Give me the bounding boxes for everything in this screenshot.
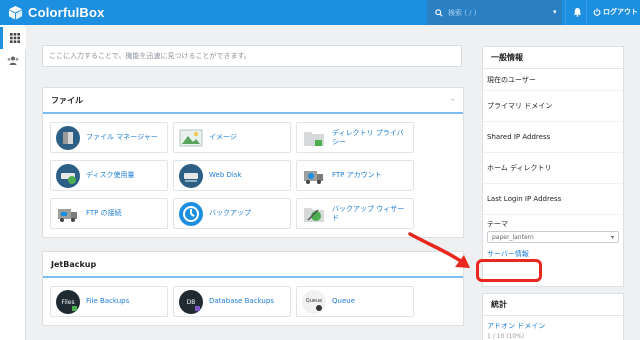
server-info-link[interactable]: サーバー情報 [487,249,619,259]
theme-label: テーマ [487,220,508,228]
logout-label: ログアウト [603,8,638,16]
tile-ftp-connections[interactable]: FTP の接続 [50,198,168,229]
tile-images[interactable]: イメージ [173,122,291,153]
directory-privacy-icon [304,131,324,146]
general-info-title: 一般情報 [483,47,623,69]
logout-button[interactable]: ログアウト [593,7,638,17]
file-backups-icon: Files [56,289,80,314]
stats-addon-domains[interactable]: アドオン ドメイン [483,316,623,331]
files-panel-title: ファイル [51,95,83,105]
tile-file-manager[interactable]: ファイル マネージャー [50,122,168,153]
jetbackup-panel-header[interactable]: JetBackup [43,252,463,278]
theme-select-value: paper_lantern [492,233,534,241]
info-row-last-login-ip: Last Login IP Address [483,184,623,215]
user-menu-caret-icon[interactable]: ▾ [553,8,557,16]
general-info-panel: 一般情報 現在のユーザー プライマリ ドメイン Shared IP Addres… [482,46,624,287]
users-icon [7,56,19,65]
tile-label: Database Backups [209,297,274,305]
disk-usage-icon [56,163,80,188]
annotation-highlight-box [476,259,542,282]
jetbackup-panel-title: JetBackup [51,259,97,269]
files-grid: ファイル マネージャー イメージ ディレクトリ プライバシー ディスク使用量 W… [43,114,463,237]
stats-title: 統計 [483,294,623,316]
database-backups-icon: DB [179,289,203,314]
tile-label: File Backups [86,297,130,305]
info-row-current-user: 現在のユーザー [483,69,623,91]
file-manager-icon [56,125,80,150]
bell-icon[interactable] [573,7,582,17]
theme-select[interactable]: paper_lantern ▾ [487,231,619,243]
brand[interactable]: ColorfulBox [8,4,105,21]
jetbackup-panel: JetBackup Files File Backups DB Database… [42,251,464,326]
tile-ftp-accounts[interactable]: FTP アカウント [296,160,414,191]
backup-icon [179,201,203,226]
feature-search-input[interactable]: ここに入力することで、機能を迅速に見つけることができます。 [42,45,462,67]
rail-item-users[interactable] [0,49,26,71]
power-icon [593,8,601,16]
collapse-icon[interactable]: – [451,95,456,105]
left-rail [0,25,26,340]
tile-label: FTP アカウント [332,171,382,179]
feature-search-placeholder: ここに入力することで、機能を迅速に見つけることができます。 [49,52,251,60]
tile-backup[interactable]: バックアップ [173,198,291,229]
tile-label: ディレクトリ プライバシー [332,128,404,146]
files-panel: ファイル – ファイル マネージャー イメージ ディレクトリ プライバシー ディ… [42,87,464,238]
select-arrows-icon: ▾ [610,233,614,241]
info-row-shared-ip: Shared IP Address [483,122,623,153]
database-backups-badge: DB [187,299,196,306]
brand-name: ColorfulBox [28,5,105,20]
tile-label: FTP の接続 [86,209,122,217]
rail-item-home[interactable] [0,27,26,49]
divider [586,0,587,25]
main-content: ここに入力することで、機能を迅速に見つけることができます。 ファイル – ファイ… [26,25,474,340]
backup-wizard-icon [304,207,324,222]
divider [565,0,566,25]
search-input[interactable]: 検索 ( / ) [427,0,562,25]
search-icon [435,8,443,17]
stats-panel: 統計 アドオン ドメイン 1 / 10 (10%) [482,293,624,340]
ftp-accounts-icon [304,170,323,184]
tile-web-disk[interactable]: Web Disk [173,160,291,191]
jetbackup-grid: Files File Backups DB Database Backups Q… [43,278,463,325]
tile-backup-wizard[interactable]: バックアップ ウィザード [296,198,414,229]
tile-label: ディスク使用量 [86,171,135,179]
tile-label: イメージ [209,133,237,141]
images-icon [179,129,203,146]
search-placeholder: 検索 ( / ) [448,8,477,17]
tile-label: ファイル マネージャー [86,133,158,141]
file-backups-badge: Files [61,299,74,306]
queue-badge: Queue [306,298,322,304]
stats-addon-domains-value: 1 / 10 (10%) [487,333,525,340]
grid-icon [9,33,20,43]
cube-logo-icon [8,5,23,20]
ftp-connections-icon [58,208,77,222]
top-bar: ColorfulBox 検索 ( / ) ▾ ログアウト [0,0,640,25]
info-row-primary-domain: プライマリ ドメイン [483,91,623,122]
tile-label: Queue [332,297,355,305]
tile-label: Web Disk [209,171,242,179]
tile-queue[interactable]: Queue Queue [296,286,414,317]
files-panel-header[interactable]: ファイル – [43,88,463,114]
queue-icon: Queue [302,289,326,314]
tile-database-backups[interactable]: DB Database Backups [173,286,291,317]
web-disk-icon [179,163,203,188]
tile-label: バックアップ ウィザード [332,204,405,222]
tile-directory-privacy[interactable]: ディレクトリ プライバシー [296,122,414,153]
tile-file-backups[interactable]: Files File Backups [50,286,168,317]
tile-disk-usage[interactable]: ディスク使用量 [50,160,168,191]
tile-label: バックアップ [209,209,251,217]
info-row-home-directory: ホーム ディレクトリ [483,153,623,184]
